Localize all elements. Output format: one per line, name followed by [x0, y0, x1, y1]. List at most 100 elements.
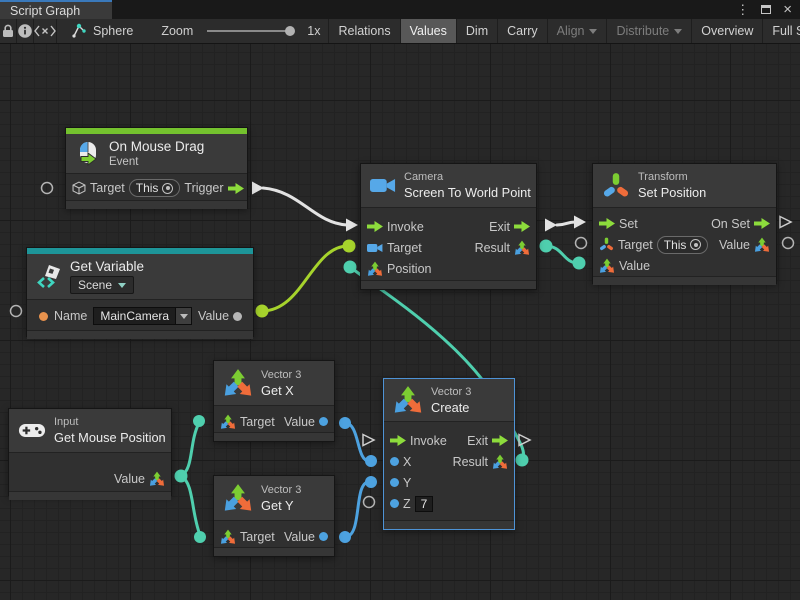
port-connection-dot[interactable] [516, 454, 529, 467]
node-footer [27, 330, 253, 339]
vector3-port-icon[interactable] [754, 237, 770, 253]
variable-kind-dropdown[interactable]: Scene [70, 276, 134, 294]
empty-port-circle[interactable] [364, 497, 375, 508]
port-connection-dot[interactable] [343, 240, 356, 253]
object-picker-icon[interactable] [690, 239, 701, 250]
flow-out-arrow[interactable] [252, 182, 264, 195]
flow-port-icon[interactable] [367, 221, 383, 232]
vector3-icon [223, 368, 253, 398]
wire-getx-to-x[interactable] [345, 423, 369, 461]
port-connection-dot[interactable] [365, 476, 377, 488]
node-screen-to-world-point[interactable]: Camera Screen To World Point Invoke Exit… [360, 163, 537, 290]
port-label-position: Position [387, 262, 431, 276]
port-label-invoke: Invoke [387, 220, 424, 234]
empty-flow-triangle[interactable] [780, 217, 791, 228]
vector3-port-icon[interactable] [599, 258, 615, 274]
port-label-exit: Exit [489, 220, 510, 234]
flow-port-icon[interactable] [514, 221, 530, 232]
node-footer [66, 200, 247, 209]
port-row: X Result [384, 451, 514, 472]
wire-mouse-to-getx[interactable] [181, 423, 199, 476]
port-row: Value [593, 255, 776, 276]
empty-flow-triangle[interactable] [363, 435, 374, 446]
flow-port-icon[interactable] [390, 435, 406, 446]
float-port-dot[interactable] [319, 532, 328, 541]
node-category: Vector 3 [431, 386, 471, 398]
node-on-mouse-drag[interactable]: On Mouse Drag Event Target This Trigger [65, 127, 248, 209]
node-vector3-create[interactable]: Vector 3 Create Invoke Exit X Result [383, 378, 515, 530]
vector3-port-icon[interactable] [149, 471, 165, 487]
transform-icon [602, 172, 630, 200]
camera-port-icon[interactable] [367, 242, 383, 254]
float-port-dot[interactable] [390, 457, 399, 466]
empty-port-circle[interactable] [576, 238, 587, 249]
port-label-result: Result [453, 455, 488, 469]
float-port-dot[interactable] [390, 478, 399, 487]
node-category: Input [54, 416, 162, 428]
object-picker-icon[interactable] [162, 183, 173, 194]
node-title: On Mouse Drag [109, 139, 204, 154]
flow-port-icon[interactable] [492, 435, 508, 446]
vector3-port-icon[interactable] [220, 529, 236, 545]
port-connection-dot[interactable] [339, 417, 351, 429]
port-connection-dot[interactable] [365, 455, 377, 467]
port-connection-dot[interactable] [339, 531, 351, 543]
chevron-down-icon [180, 314, 188, 319]
port-connection-dot[interactable] [540, 240, 553, 253]
empty-port-circle[interactable] [11, 306, 22, 317]
node-vector3-get-x[interactable]: Vector 3 Get X Target Value [213, 360, 335, 442]
vector3-port-icon[interactable] [367, 261, 383, 277]
variable-name-value[interactable]: MainCamera [93, 307, 176, 325]
z-value-input[interactable]: 7 [415, 496, 434, 512]
flow-port-icon[interactable] [599, 218, 615, 229]
node-title: Create [431, 400, 471, 415]
target-this-chip[interactable]: This [129, 179, 181, 197]
port-row: Invoke Exit [384, 430, 514, 451]
flow-port-icon[interactable] [754, 218, 770, 229]
empty-port-circle[interactable] [42, 183, 53, 194]
empty-flow-triangle[interactable] [519, 435, 530, 446]
empty-port-circle[interactable] [783, 238, 794, 249]
wire-trigger-to-invoke[interactable] [263, 188, 347, 225]
chevron-down-icon [118, 283, 126, 288]
wire-mouse-to-gety[interactable] [181, 476, 200, 535]
z-value[interactable]: 7 [415, 496, 434, 512]
flow-port-icon[interactable] [228, 183, 244, 194]
float-port-dot[interactable] [390, 499, 399, 508]
transform-port-icon[interactable] [599, 237, 614, 252]
port-connection-dot[interactable] [344, 261, 357, 274]
node-get-variable[interactable]: Get Variable Scene Name MainCamera Value [26, 247, 254, 337]
wire-gety-to-y[interactable] [345, 482, 369, 537]
flow-out-arrow[interactable] [545, 219, 557, 232]
object-port-dot[interactable] [233, 312, 242, 321]
port-row: Target Result [361, 237, 536, 258]
node-header: Vector 3 Get Y [214, 476, 334, 521]
flow-in-arrow[interactable] [346, 219, 358, 232]
port-connection-dot[interactable] [175, 470, 188, 483]
vector3-port-icon[interactable] [220, 414, 236, 430]
flow-in-arrow[interactable] [574, 216, 586, 229]
wire-variable-to-target[interactable] [262, 246, 348, 311]
node-footer [214, 432, 334, 441]
variable-name-field[interactable]: MainCamera [93, 307, 192, 325]
vector3-port-icon[interactable] [492, 454, 508, 470]
port-label-target: Target [618, 238, 653, 252]
node-footer [214, 547, 334, 556]
port-connection-dot[interactable] [256, 305, 269, 318]
node-category: Transform [638, 171, 706, 183]
node-set-position[interactable]: Transform Set Position Set On Set Target… [592, 163, 777, 284]
port-connection-dot[interactable] [193, 415, 205, 427]
node-footer [593, 276, 776, 285]
port-label-exit: Exit [467, 434, 488, 448]
variable-name-dropdown-button[interactable] [176, 307, 192, 325]
port-connection-dot[interactable] [194, 531, 206, 543]
float-port-dot[interactable] [319, 417, 328, 426]
node-vector3-get-y[interactable]: Vector 3 Get Y Target Value [213, 475, 335, 557]
wire-exit-to-set[interactable] [557, 222, 575, 225]
node-get-mouse-position[interactable]: Input Get Mouse Position Value [8, 408, 172, 496]
port-row: Target This Trigger [66, 176, 247, 200]
string-port-dot[interactable] [39, 312, 48, 321]
vector3-port-icon[interactable] [514, 240, 530, 256]
port-connection-dot[interactable] [573, 257, 586, 270]
target-this-chip[interactable]: This [657, 236, 709, 254]
